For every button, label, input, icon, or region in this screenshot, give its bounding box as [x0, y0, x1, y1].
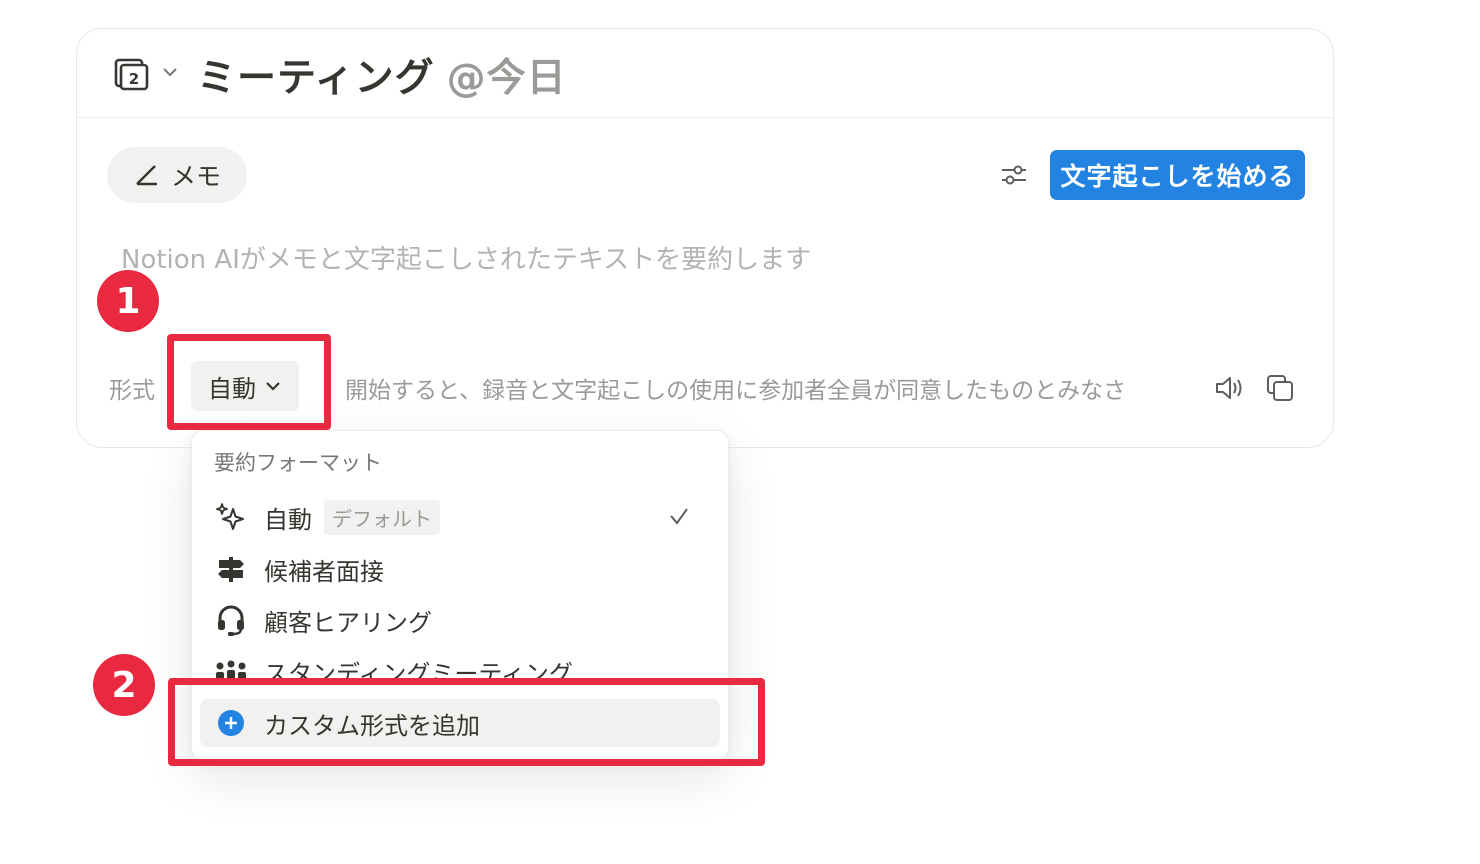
menu-item-label: 自動 — [264, 505, 312, 534]
memo-tab-button[interactable]: メモ — [107, 147, 247, 203]
sliders-icon[interactable] — [999, 161, 1029, 189]
signpost-icon — [218, 557, 244, 582]
sparkle-icon — [216, 503, 244, 530]
step-badge-2: 2 — [93, 654, 155, 716]
page-title[interactable]: ミーティング @今日 — [197, 47, 567, 103]
highlight-box-format-select — [167, 334, 331, 430]
default-badge: デフォルト — [324, 499, 440, 535]
svg-text:2: 2 — [129, 70, 139, 88]
summary-placeholder[interactable]: Notion AIがメモと文字起こしされたテキストを要約します — [121, 239, 811, 276]
copy-icon[interactable] — [1265, 373, 1295, 403]
memo-label: メモ — [170, 162, 221, 191]
consent-notice: 開始すると、録音と文字起こしの使用に参加者全員が同意したものとみなさ — [345, 378, 1127, 404]
menu-item-candidate-interview[interactable]: 候補者面接 — [200, 545, 720, 593]
chevron-down-icon[interactable] — [161, 65, 179, 79]
check-icon — [670, 508, 688, 525]
menu-item-label: 候補者面接 — [264, 557, 384, 586]
pencil-icon — [136, 165, 157, 186]
menu-heading: 要約フォーマット — [214, 451, 382, 475]
headset-icon — [218, 605, 244, 636]
calendar-icon[interactable]: 2 — [113, 55, 149, 91]
title-text: ミーティング — [197, 56, 435, 101]
speaker-icon[interactable] — [1213, 373, 1245, 403]
format-label: 形式 — [109, 378, 155, 404]
menu-item-customer-hearing[interactable]: 顧客ヒアリング — [200, 596, 720, 644]
card-header: 2 ミーティング @今日 — [77, 29, 1333, 118]
menu-item-auto[interactable]: 自動 デフォルト — [200, 493, 720, 541]
highlight-box-add-custom — [168, 678, 765, 766]
start-transcription-button[interactable]: 文字起こしを始める — [1050, 150, 1305, 200]
step-badge-1: 1 — [97, 270, 159, 332]
menu-item-label: 顧客ヒアリング — [264, 608, 432, 637]
date-mention[interactable]: @今日 — [447, 56, 567, 101]
